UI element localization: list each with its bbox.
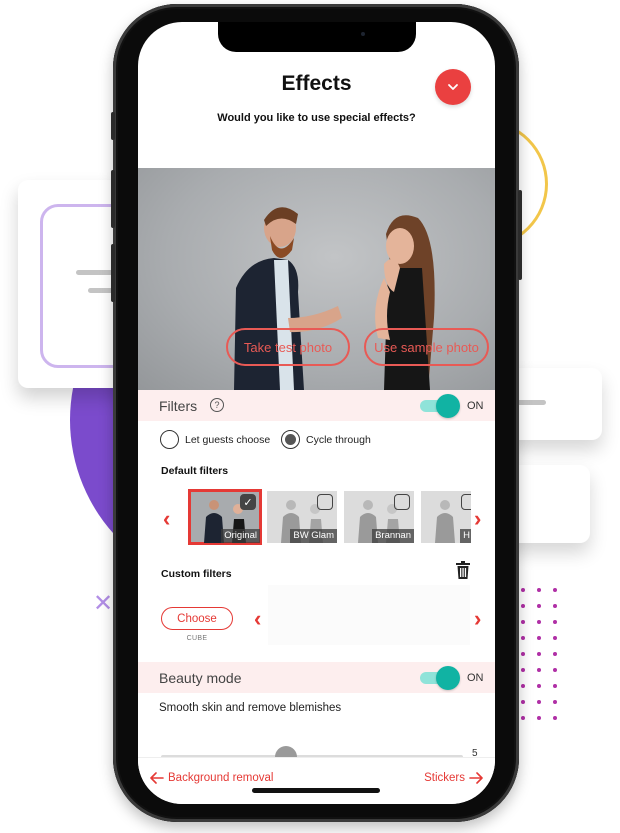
trash-icon[interactable] [456,561,470,579]
beauty-label: Beauty mode [159,669,242,686]
filter-name: H [460,529,471,543]
filter-thumb-brannan[interactable]: Brannan [344,491,414,543]
filters-next-chevron-icon[interactable]: › [474,508,481,530]
bottom-navigation: Background removal Stickers [138,757,495,804]
beauty-toggle[interactable] [420,666,462,690]
default-filters-label: Default filters [161,465,229,477]
back-label: Background removal [168,772,274,784]
phone-volume-down [111,244,115,302]
checkbox-unchecked-icon [317,494,333,510]
phone-mute-switch [111,112,115,140]
radio-circle [160,430,179,449]
radio-label: Let guests choose [185,433,271,446]
filters-label: Filters [159,397,198,414]
arrow-left-icon [150,772,164,784]
use-sample-photo-button[interactable]: Use sample photo [364,328,489,366]
custom-next-chevron-icon[interactable]: › [474,608,481,630]
custom-filters-label: Custom filters [161,568,232,580]
custom-prev-chevron-icon[interactable]: ‹ [254,608,261,630]
take-test-photo-button[interactable]: Take test photo [226,328,350,366]
filter-thumb-bw-glam[interactable]: BW Glam [267,491,337,543]
phone-notch [218,22,416,52]
radio-let-guests-choose[interactable]: Let guests choose [160,430,270,449]
filters-toggle[interactable] [420,394,462,418]
filters-section-header: Filters ? ON [138,390,495,421]
choose-cube-button[interactable]: Choose [161,607,233,630]
home-indicator [252,788,380,793]
help-icon[interactable]: ? [210,398,224,412]
radio-selected-dot [285,434,296,445]
arrow-right-icon [469,772,483,784]
app-screen: Effects Would you like to use special ef… [138,22,495,804]
preview-photo: Take test photo Use sample photo [138,168,495,390]
filter-name: Original [221,529,260,543]
back-background-removal-link[interactable]: Background removal [150,772,273,784]
next-stickers-link[interactable]: Stickers [424,772,483,784]
beauty-toggle-state: ON [467,671,484,684]
camera-icon [361,32,365,36]
custom-filters-list [268,585,470,645]
filters-toggle-state: ON [467,399,484,412]
phone-power-button [518,190,522,280]
filter-thumb-partial[interactable]: H [421,491,471,543]
decorative-x-icon: ✕ [92,590,114,617]
checkbox-unchecked-icon [394,494,410,510]
beauty-section-header: Beauty mode ON [138,662,495,693]
radio-circle [281,430,300,449]
checkbox-unchecked-icon [461,494,471,510]
beauty-description: Smooth skin and remove blemishes [159,702,342,714]
chevron-down-icon [448,84,458,90]
filters-prev-chevron-icon[interactable]: ‹ [163,508,170,530]
next-label: Stickers [424,772,465,784]
collapse-button[interactable] [435,69,471,105]
cube-caption: CUBE [186,635,208,642]
filter-name: BW Glam [290,529,337,543]
checkbox-checked-icon: ✓ [240,494,256,510]
radio-cycle-through[interactable]: Cycle through [281,430,371,449]
radio-label: Cycle through [306,433,371,446]
page-subtitle: Would you like to use special effects? [217,112,416,124]
toggle-knob [436,394,460,418]
toggle-knob [436,666,460,690]
filter-thumb-original[interactable]: ✓ Original [188,489,262,545]
filter-name: Brannan [372,529,414,543]
phone-volume-up [111,170,115,228]
